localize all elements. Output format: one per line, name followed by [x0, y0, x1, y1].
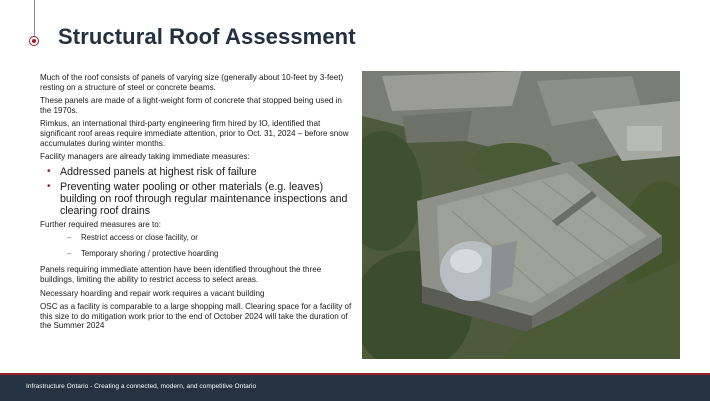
further-measures-list: – Restrict access or close facility, or …	[40, 233, 352, 258]
paragraph-rimkus: Rimkus, an international third-party eng…	[40, 119, 349, 148]
decorative-vertical-line	[34, 0, 35, 38]
list-item: – Restrict access or close facility, or	[67, 233, 198, 243]
paragraph-panels-identified: Panels requiring immediate attention hav…	[40, 265, 322, 284]
list-item: • Addressed panels at highest risk of fa…	[47, 165, 257, 178]
paragraph-osc-mall: OSC as a facility is comparable to a lar…	[40, 302, 352, 331]
accent-dot-icon	[29, 36, 39, 46]
slide: Structural Roof Assessment Much of the r…	[0, 0, 710, 401]
list-item: • Preventing water pooling or other mate…	[47, 180, 348, 217]
measures-list: • Addressed panels at highest risk of fa…	[40, 166, 352, 217]
dash-icon: –	[67, 249, 72, 259]
further-measures-heading: Further required measures are to:	[40, 219, 162, 229]
paragraph-hoarding: Necessary hoarding and repair work requi…	[40, 288, 265, 298]
bullet-icon: •	[47, 180, 51, 192]
paragraph-facility-measures: Facility managers are already taking imm…	[40, 152, 250, 162]
footer-text: Infrastructure Ontario - Creating a conn…	[26, 383, 257, 390]
body-text: Much of the roof consists of panels of v…	[40, 73, 352, 335]
bullet-icon: •	[47, 165, 51, 177]
aerial-photo	[362, 71, 680, 359]
dash-icon: –	[67, 233, 72, 243]
slide-title: Structural Roof Assessment	[58, 24, 356, 49]
footer-bar: Infrastructure Ontario - Creating a conn…	[0, 375, 710, 401]
paragraph-roof-panels: Much of the roof consists of panels of v…	[40, 73, 344, 92]
list-item: – Temporary shoring / protective hoardin…	[67, 249, 219, 259]
paragraph-concrete: These panels are made of a light-weight …	[40, 96, 342, 115]
